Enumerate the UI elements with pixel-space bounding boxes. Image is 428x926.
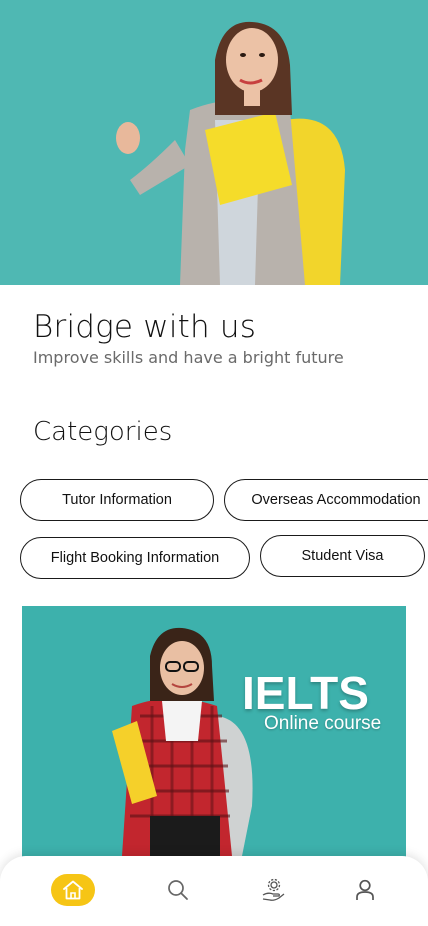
hero-image bbox=[0, 0, 428, 285]
bottom-navigation bbox=[0, 856, 428, 926]
hero-illustration bbox=[0, 0, 428, 285]
services-gear-hand-icon bbox=[262, 878, 285, 901]
profile-icon bbox=[356, 879, 374, 900]
category-tutor-information[interactable]: Tutor Information bbox=[20, 479, 214, 521]
banner-subtitle: Online course bbox=[264, 713, 382, 734]
category-label: Student Visa bbox=[301, 548, 384, 564]
nav-profile-button[interactable] bbox=[343, 874, 387, 906]
banner-illustration bbox=[22, 606, 406, 876]
nav-home-button[interactable] bbox=[51, 874, 95, 906]
nav-search-button[interactable] bbox=[156, 874, 200, 906]
category-overseas-accommodation[interactable]: Overseas Accommodation bbox=[224, 479, 428, 521]
ielts-course-banner[interactable] bbox=[22, 606, 406, 876]
category-label: Flight Booking Information bbox=[50, 550, 220, 566]
home-icon bbox=[63, 880, 83, 900]
search-icon bbox=[168, 880, 188, 900]
page-title: Bridge with us bbox=[33, 309, 257, 345]
category-label: Overseas Accommodation bbox=[251, 492, 421, 508]
banner-title: IELTS bbox=[242, 667, 369, 719]
category-student-visa[interactable]: Student Visa bbox=[260, 535, 425, 577]
category-flight-booking-information[interactable]: Flight Booking Information bbox=[20, 537, 250, 579]
category-label: Tutor Information bbox=[62, 492, 172, 508]
nav-services-button[interactable] bbox=[252, 874, 296, 906]
page-subtitle: Improve skills and have a bright future bbox=[33, 348, 344, 367]
categories-heading: Categories bbox=[33, 417, 173, 447]
